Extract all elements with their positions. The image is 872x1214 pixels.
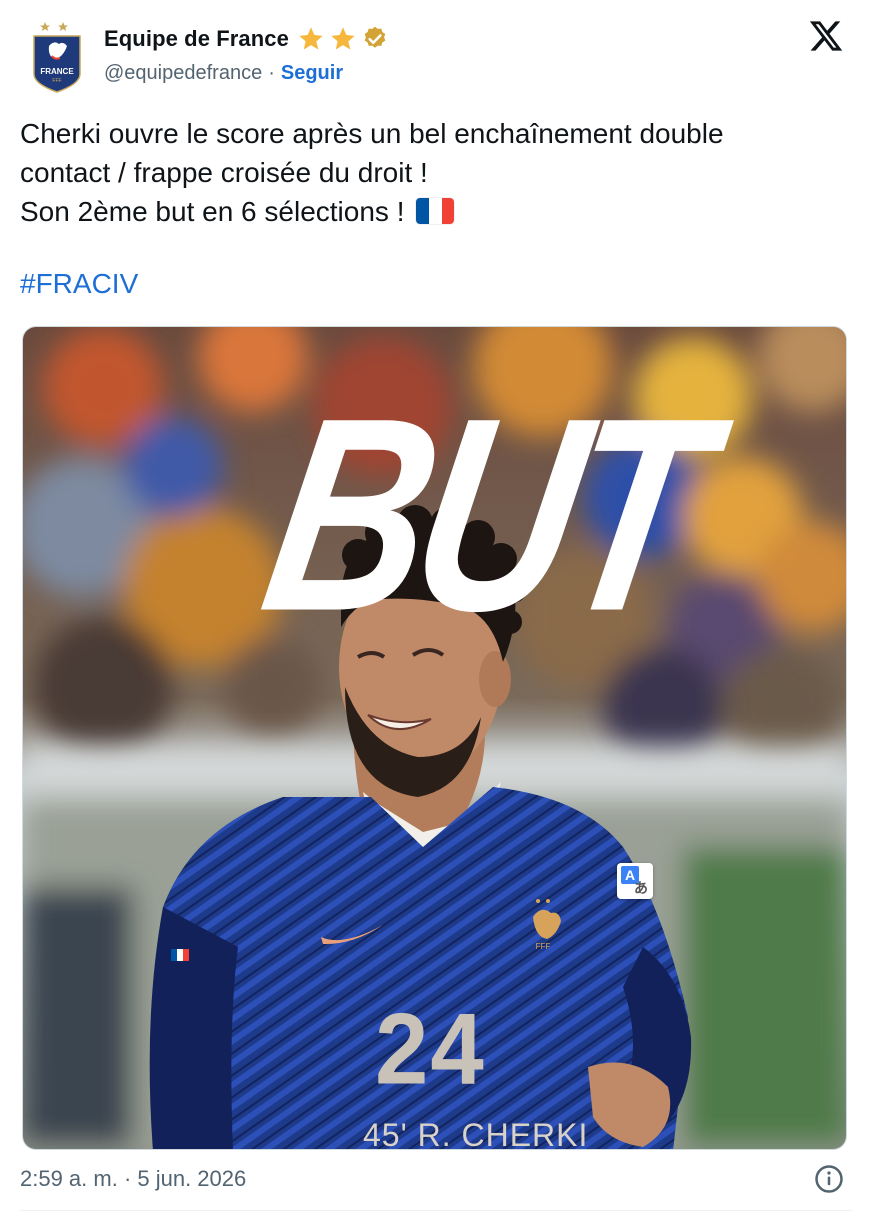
display-name[interactable]: Equipe de France: [104, 26, 289, 52]
star-icon: [331, 27, 355, 50]
name-row: Equipe de France: [104, 24, 389, 54]
tweet-line: contact / frappe croisée du droit !: [20, 157, 428, 188]
star-icon: [299, 27, 323, 50]
follow-button[interactable]: Seguir: [281, 62, 343, 85]
flag-stripe-white: [428, 198, 442, 224]
svg-text:FRANCE: FRANCE: [40, 67, 74, 76]
svg-text:FFF: FFF: [536, 942, 551, 951]
tweet-text: Cherki ouvre le score après un bel encha…: [20, 114, 852, 231]
tweet-line: Cherki ouvre le score après un bel encha…: [20, 118, 724, 149]
account-handle[interactable]: @equipedefrance: [104, 62, 262, 85]
france-flag-emoji: [416, 198, 455, 224]
tweet-media-image[interactable]: FFF BUT 24 45' R. CHERKI A あ: [22, 326, 847, 1150]
tweet-line-text: Son 2ème but en 6 sélections !: [20, 196, 405, 227]
translate-image-icon[interactable]: A あ: [617, 863, 653, 899]
flag-stripe-blue: [416, 198, 429, 224]
separator: ·: [268, 62, 275, 84]
verified-badge-icon[interactable]: [361, 25, 389, 53]
jersey-number: 24: [375, 993, 486, 1106]
goal-headline: BUT: [246, 360, 718, 669]
tweet-line: Son 2ème but en 6 sélections !: [20, 192, 852, 231]
footer-divider: [20, 1210, 852, 1211]
hashtag-link[interactable]: #FRACIV: [20, 268, 138, 300]
translate-b-glyph: あ: [634, 880, 648, 896]
x-logo-icon[interactable]: [808, 18, 844, 54]
tweet-header: FRANCE FFF Equipe de France @equipedefra…: [20, 14, 852, 98]
goal-caption: 45' R. CHERKI: [363, 1117, 589, 1150]
flag-stripe-red: [441, 198, 455, 224]
info-icon[interactable]: [814, 1164, 844, 1194]
handle-row: @equipedefrance · Seguir: [104, 62, 343, 85]
svg-text:FFF: FFF: [52, 78, 61, 84]
tweet-timestamp[interactable]: 2:59 a. m. · 5 jun. 2026: [20, 1166, 246, 1192]
fff-logo-avatar[interactable]: FRANCE FFF: [22, 16, 92, 94]
